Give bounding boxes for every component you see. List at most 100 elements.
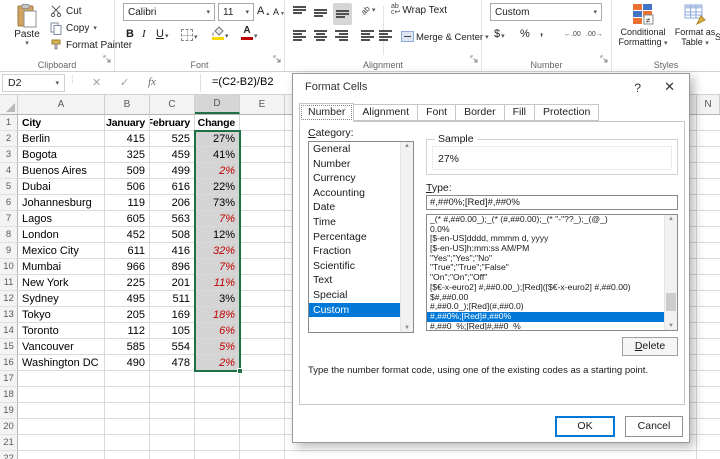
increase-decimal-button[interactable]: ←.00 <box>564 31 581 38</box>
type-option-0[interactable]: _(* #,##0.00_);_(* (#,##0.00);_(* "-"??_… <box>427 215 664 225</box>
cell-A6[interactable]: Johannesburg <box>18 195 105 211</box>
cancel-button[interactable]: Cancel <box>625 416 683 437</box>
italic-button[interactable]: I <box>142 28 146 40</box>
scroll-up-icon[interactable]: ▲ <box>665 216 677 222</box>
align-right-button[interactable] <box>335 29 348 42</box>
increase-font-button[interactable]: A ▲ <box>257 5 270 17</box>
cell-D9[interactable]: 32% <box>195 243 240 259</box>
row-header-8[interactable]: 8 <box>0 227 18 243</box>
cell-C15[interactable]: 554 <box>150 339 195 355</box>
cell-A3[interactable]: Bogota <box>18 147 105 163</box>
cell-N19[interactable] <box>697 403 720 419</box>
cell-B18[interactable] <box>105 387 150 403</box>
cell-N2[interactable] <box>697 131 720 147</box>
scroll-down-icon[interactable]: ▼ <box>401 325 413 331</box>
type-option-9[interactable]: #,##0.0_);[Red](#,##0.0) <box>427 302 664 312</box>
cell-D18[interactable] <box>195 387 240 403</box>
cell-A8[interactable]: London <box>18 227 105 243</box>
cell-B8[interactable]: 452 <box>105 227 150 243</box>
select-all-button[interactable] <box>0 95 18 114</box>
cell-N9[interactable] <box>697 243 720 259</box>
cell-C12[interactable]: 511 <box>150 291 195 307</box>
font-dialog-launcher[interactable] <box>273 51 282 69</box>
category-item-date[interactable]: Date <box>309 200 400 215</box>
cell-B4[interactable]: 509 <box>105 163 150 179</box>
cell-N21[interactable] <box>697 435 720 451</box>
cell-D1[interactable]: % Change <box>195 115 240 131</box>
column-header-D[interactable]: D <box>195 95 240 114</box>
cell-D17[interactable] <box>195 371 240 387</box>
column-header-B[interactable]: B <box>105 95 150 114</box>
row-header-11[interactable]: 11 <box>0 275 18 291</box>
row-header-15[interactable]: 15 <box>0 339 18 355</box>
row-header-14[interactable]: 14 <box>0 323 18 339</box>
decrease-indent-button[interactable] <box>361 29 374 42</box>
cell-N13[interactable] <box>697 307 720 323</box>
cell-C17[interactable] <box>150 371 195 387</box>
cut-button[interactable]: Cut <box>50 5 82 17</box>
cell-E11[interactable] <box>240 275 285 291</box>
merge-center-button[interactable]: Merge & Center ▾ <box>401 28 489 46</box>
borders-button[interactable]: ▾ <box>181 29 198 41</box>
cell-E7[interactable] <box>240 211 285 227</box>
increase-indent-button[interactable] <box>379 29 392 42</box>
font-size-combo[interactable]: 11 ▾ <box>218 3 254 21</box>
cell-B1[interactable]: January <box>105 115 150 131</box>
cell-E5[interactable] <box>240 179 285 195</box>
category-item-fraction[interactable]: Fraction <box>309 244 400 259</box>
cell-A1[interactable]: City <box>18 115 105 131</box>
category-item-special[interactable]: Special <box>309 288 400 303</box>
cell-A15[interactable]: Vancouver <box>18 339 105 355</box>
cell-C3[interactable]: 459 <box>150 147 195 163</box>
cell-E3[interactable] <box>240 147 285 163</box>
cell-A18[interactable] <box>18 387 105 403</box>
cell-C1[interactable]: February <box>150 115 195 131</box>
row-header-12[interactable]: 12 <box>0 291 18 307</box>
cell-N6[interactable] <box>697 195 720 211</box>
cell-N15[interactable] <box>697 339 720 355</box>
cell-N12[interactable] <box>697 291 720 307</box>
cell-B20[interactable] <box>105 419 150 435</box>
cell-E12[interactable] <box>240 291 285 307</box>
row-header-21[interactable]: 21 <box>0 435 18 451</box>
category-item-text[interactable]: Text <box>309 273 400 288</box>
type-option-11[interactable]: #,##0_%;[Red]#,##0_% <box>427 322 664 330</box>
cell-C18[interactable] <box>150 387 195 403</box>
row-header-3[interactable]: 3 <box>0 147 18 163</box>
decrease-decimal-button[interactable]: .00→ <box>586 31 603 38</box>
cell-E8[interactable] <box>240 227 285 243</box>
cell-E1[interactable] <box>240 115 285 131</box>
tab-font[interactable]: Font <box>417 104 457 121</box>
font-name-combo[interactable]: Calibri ▾ <box>123 3 215 21</box>
cell-A10[interactable]: Mumbai <box>18 259 105 275</box>
cell-C4[interactable]: 499 <box>150 163 195 179</box>
cell-A12[interactable]: Sydney <box>18 291 105 307</box>
cell-D3[interactable]: 41% <box>195 147 240 163</box>
cell-E17[interactable] <box>240 371 285 387</box>
alignment-dialog-launcher[interactable] <box>470 51 479 69</box>
comma-style-button[interactable]: , <box>540 26 543 38</box>
row-header-18[interactable]: 18 <box>0 387 18 403</box>
cell-N22[interactable] <box>697 451 720 459</box>
bottom-align-button[interactable] <box>333 3 352 25</box>
cell-N17[interactable] <box>697 371 720 387</box>
row-header-20[interactable]: 20 <box>0 419 18 435</box>
cell-B2[interactable]: 415 <box>105 131 150 147</box>
category-item-general[interactable]: General <box>309 142 400 157</box>
cell-E19[interactable] <box>240 403 285 419</box>
cell-A7[interactable]: Lagos <box>18 211 105 227</box>
cell-A14[interactable]: Toronto <box>18 323 105 339</box>
row-header-9[interactable]: 9 <box>0 243 18 259</box>
cell-C9[interactable]: 416 <box>150 243 195 259</box>
cell-C8[interactable]: 508 <box>150 227 195 243</box>
tab-number[interactable]: Number <box>299 103 355 122</box>
type-option-10[interactable]: #,##0%;[Red]#,##0% <box>427 311 664 322</box>
paste-caret-icon[interactable]: ▾ <box>7 40 47 47</box>
number-dialog-launcher[interactable] <box>600 51 609 69</box>
cell-D21[interactable] <box>195 435 240 451</box>
top-align-button[interactable] <box>293 6 306 19</box>
cell-E21[interactable] <box>240 435 285 451</box>
font-color-button[interactable]: A ▾ <box>241 26 258 40</box>
cell-A4[interactable]: Buenos Aires <box>18 163 105 179</box>
percent-style-button[interactable]: % <box>520 28 530 40</box>
